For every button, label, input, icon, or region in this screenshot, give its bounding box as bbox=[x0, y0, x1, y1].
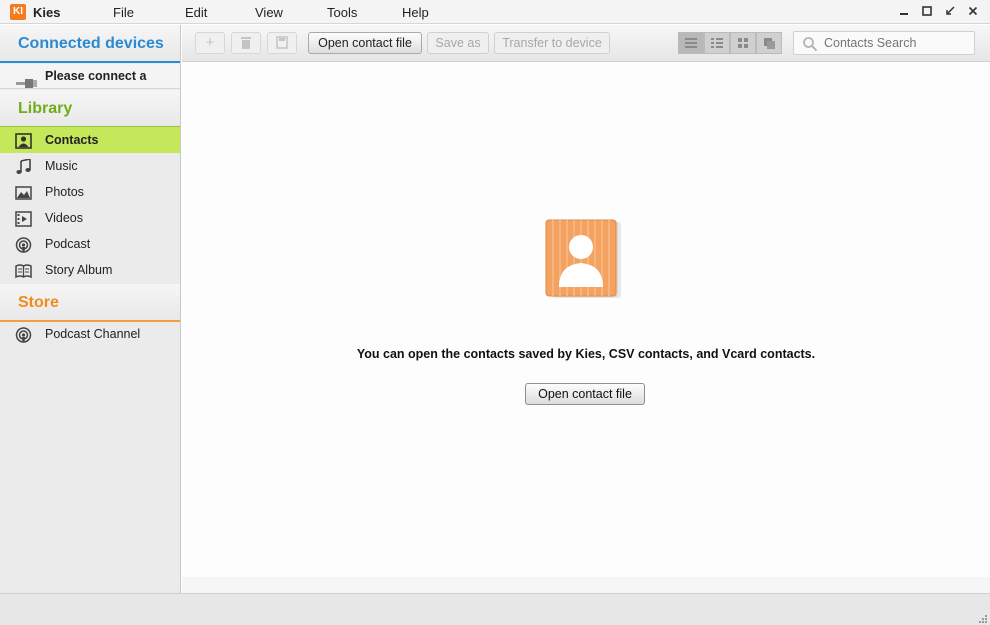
sidebar-item-photos[interactable]: Photos bbox=[0, 179, 180, 205]
title-bar: KI Kies File Edit View Tools Help bbox=[0, 0, 990, 24]
film-icon bbox=[15, 210, 32, 227]
close-icon[interactable] bbox=[963, 3, 983, 21]
search-input[interactable] bbox=[824, 35, 969, 51]
library-header[interactable]: Library bbox=[0, 90, 180, 128]
contact-card-icon bbox=[15, 132, 32, 149]
podcast-icon bbox=[15, 236, 32, 253]
search-box[interactable] bbox=[793, 31, 975, 55]
sidebar-item-contacts[interactable]: Contacts bbox=[0, 127, 180, 153]
resize-grip-icon[interactable] bbox=[977, 612, 987, 623]
save-as-button[interactable]: Save as bbox=[427, 32, 489, 54]
sidebar: Connected devices Please connect a dev..… bbox=[0, 25, 181, 593]
contact-book-icon bbox=[545, 219, 623, 299]
sidebar-item-label: Podcast bbox=[45, 237, 91, 251]
music-note-icon bbox=[15, 158, 32, 174]
add-icon[interactable]: + bbox=[195, 32, 225, 54]
sidebar-item-podcast[interactable]: Podcast bbox=[0, 231, 180, 257]
restore-icon[interactable] bbox=[940, 3, 960, 21]
empty-state-message: You can open the contacts saved by Kies,… bbox=[356, 347, 816, 361]
device-item[interactable]: Please connect a dev... bbox=[0, 64, 180, 108]
status-bar bbox=[0, 593, 990, 625]
sidebar-item-label: Videos bbox=[45, 211, 83, 225]
menu-view[interactable]: View bbox=[255, 5, 283, 20]
open-contact-file-button[interactable]: Open contact file bbox=[308, 32, 422, 54]
grid-view-icon[interactable] bbox=[730, 32, 756, 54]
sidebar-item-label: Photos bbox=[45, 185, 84, 199]
usb-plug-icon bbox=[16, 72, 40, 88]
maximize-icon[interactable] bbox=[917, 3, 937, 21]
search-icon bbox=[802, 36, 818, 52]
kies-logo-icon: KI bbox=[10, 4, 26, 20]
sidebar-item-label: Story Album bbox=[45, 263, 113, 277]
sidebar-item-music[interactable]: Music bbox=[0, 153, 180, 179]
connected-devices-header[interactable]: Connected devices bbox=[0, 25, 180, 63]
menu-help[interactable]: Help bbox=[402, 5, 429, 20]
save-icon[interactable] bbox=[267, 32, 297, 54]
card-view-icon[interactable] bbox=[756, 32, 782, 54]
menu-edit[interactable]: Edit bbox=[185, 5, 207, 20]
sidebar-item-label: Music bbox=[45, 159, 78, 173]
minimize-icon[interactable] bbox=[894, 3, 914, 21]
menu-file[interactable]: File bbox=[113, 5, 134, 20]
menu-tools[interactable]: Tools bbox=[327, 5, 357, 20]
sidebar-item-podcast-channel[interactable]: Podcast Channel bbox=[0, 321, 180, 347]
detail-list-view-icon[interactable] bbox=[704, 32, 730, 54]
main-open-contact-file-button[interactable]: Open contact file bbox=[525, 383, 645, 405]
store-header[interactable]: Store bbox=[0, 284, 180, 322]
podcast-icon bbox=[15, 326, 32, 343]
sidebar-item-videos[interactable]: Videos bbox=[0, 205, 180, 231]
photo-icon bbox=[15, 184, 32, 200]
list-view-icon[interactable] bbox=[678, 32, 704, 54]
sidebar-item-label: Contacts bbox=[45, 133, 99, 147]
sidebar-item-label: Podcast Channel bbox=[45, 327, 141, 341]
main-content: You can open the contacts saved by Kies,… bbox=[182, 63, 990, 577]
transfer-to-device-button[interactable]: Transfer to device bbox=[494, 32, 610, 54]
trash-icon[interactable] bbox=[231, 32, 261, 54]
toolbar: + Open contact file Save as Transfer to … bbox=[182, 25, 990, 62]
app-name: Kies bbox=[33, 5, 61, 20]
content-footer bbox=[182, 577, 990, 593]
book-icon bbox=[15, 262, 32, 279]
sidebar-item-story-album[interactable]: Story Album bbox=[0, 257, 180, 283]
